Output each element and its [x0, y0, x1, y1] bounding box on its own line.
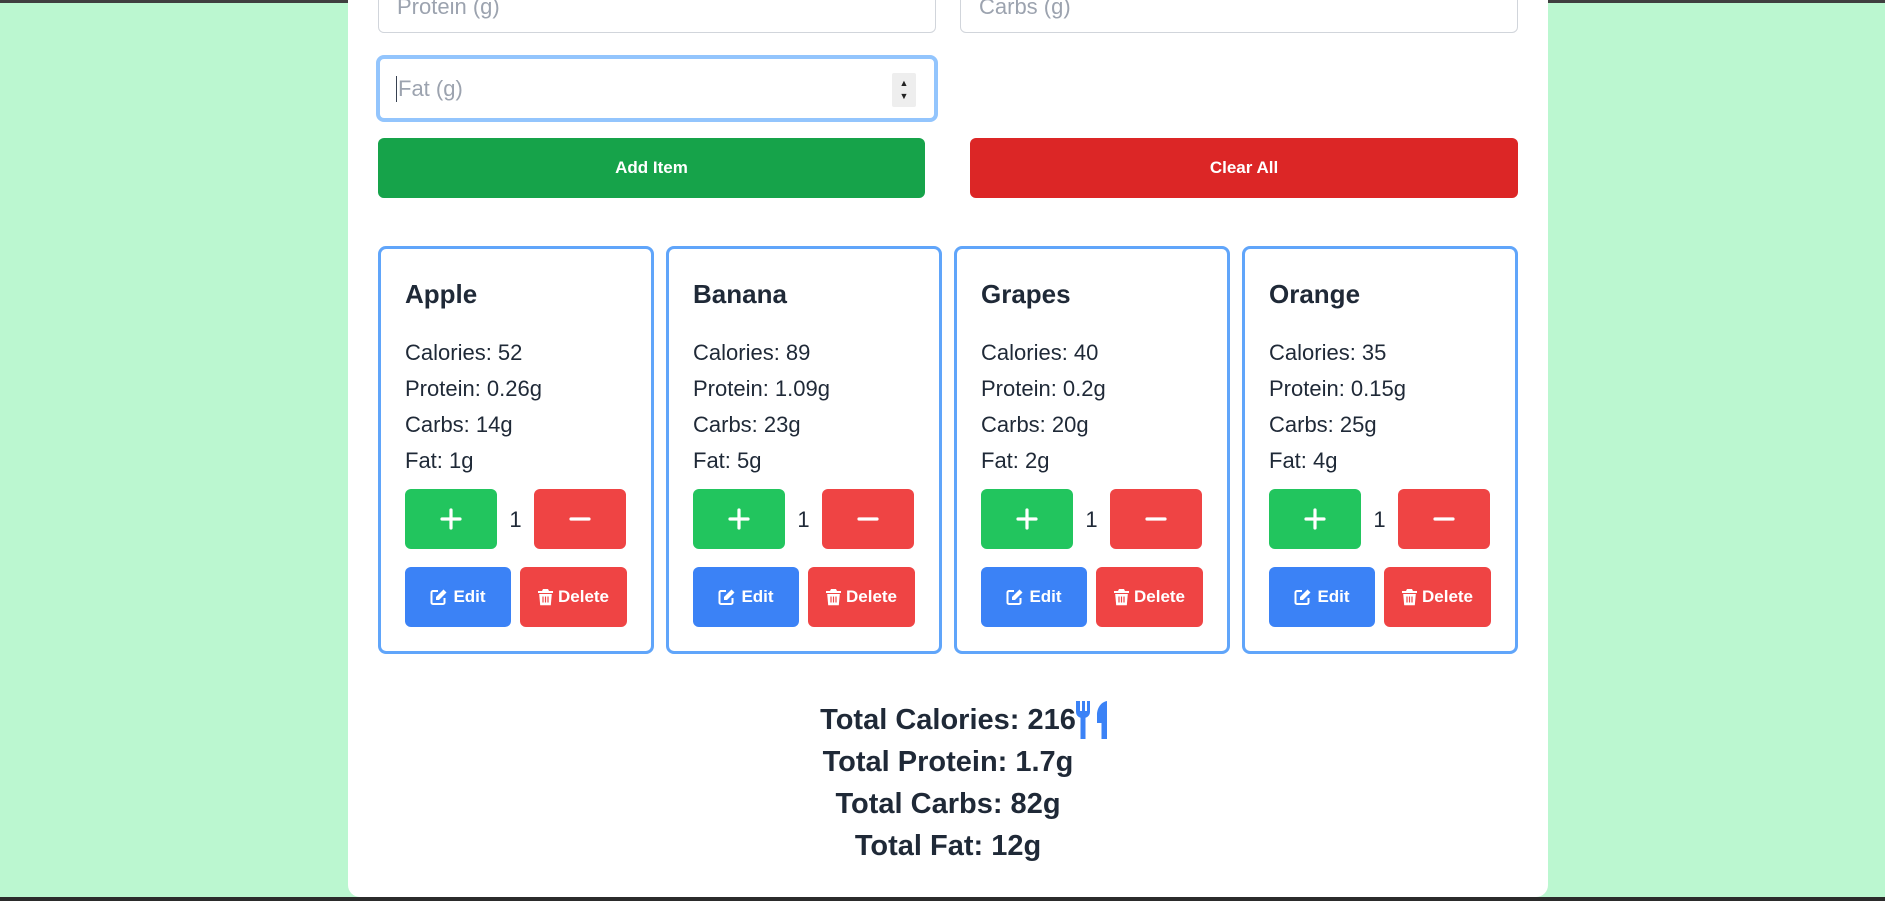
- quantity-value: 1: [1373, 507, 1386, 532]
- delete-button[interactable]: Delete: [1384, 567, 1491, 627]
- protein-text: Protein: 0.15g: [1269, 376, 1406, 401]
- total-calories-text: Total Calories: 216: [820, 704, 1076, 736]
- minus-icon: [1145, 517, 1167, 521]
- edit-button[interactable]: Edit: [405, 567, 511, 627]
- plus-icon: [440, 508, 462, 530]
- minus-icon: [569, 517, 591, 521]
- trash-icon: [1113, 589, 1129, 606]
- edit-label: Edit: [1317, 587, 1350, 606]
- total-protein-text: Total Protein: 1.7g: [822, 746, 1074, 778]
- pen-square-icon: [718, 589, 735, 605]
- food-name: Orange: [1269, 279, 1361, 309]
- quantity-value: 1: [509, 507, 522, 532]
- carbs-text: Carbs: 14g: [405, 412, 513, 437]
- delete-label: Delete: [1133, 587, 1186, 606]
- decrement-button[interactable]: [822, 489, 914, 549]
- fat-text: Fat: 5g: [693, 448, 762, 473]
- fat-placeholder: Fat (g): [398, 75, 463, 101]
- clear-all-button[interactable]: Clear All: [970, 138, 1518, 198]
- food-card-apple: Apple Calories: 52 Protein: 0.26g Carbs:…: [378, 246, 654, 654]
- carbs-placeholder: Carbs (g): [979, 0, 1071, 19]
- carbs-text: Carbs: 25g: [1269, 412, 1377, 437]
- food-card-grapes: Grapes Calories: 40 Protein: 0.2g Carbs:…: [954, 246, 1230, 654]
- total-calories: Total Calories: 216: [348, 704, 1548, 737]
- number-spinner[interactable]: ▲ ▼: [892, 73, 916, 107]
- text-caret: [396, 75, 397, 102]
- fat-input[interactable]: Fat (g) ▲ ▼: [376, 55, 938, 122]
- edit-label: Edit: [741, 587, 774, 606]
- trash-icon: [1401, 589, 1417, 606]
- total-carbs-text: Total Carbs: 82g: [835, 788, 1061, 820]
- food-card-banana: Banana Calories: 89 Protein: 1.09g Carbs…: [666, 246, 942, 654]
- protein-text: Protein: 0.2g: [981, 376, 1106, 401]
- pen-square-icon: [1294, 589, 1311, 605]
- clear-all-label: Clear All: [1209, 158, 1279, 177]
- carbs-text: Carbs: 20g: [981, 412, 1089, 437]
- calories-text: Calories: 52: [405, 340, 523, 365]
- protein-text: Protein: 1.09g: [693, 376, 830, 401]
- pen-square-icon: [1006, 589, 1023, 605]
- total-carbs: Total Carbs: 82g: [348, 788, 1548, 821]
- food-name: Banana: [693, 279, 787, 309]
- fat-text: Fat: 2g: [981, 448, 1050, 473]
- delete-label: Delete: [1421, 587, 1474, 606]
- total-fat: Total Fat: 12g: [348, 830, 1548, 863]
- delete-button[interactable]: Delete: [808, 567, 915, 627]
- food-card-orange: Orange Calories: 35 Protein: 0.15g Carbs…: [1242, 246, 1518, 654]
- delete-label: Delete: [557, 587, 610, 606]
- decrement-button[interactable]: [1398, 489, 1490, 549]
- decrement-button[interactable]: [534, 489, 626, 549]
- plus-icon: [728, 508, 750, 530]
- increment-button[interactable]: [693, 489, 785, 549]
- delete-label: Delete: [845, 587, 898, 606]
- decrement-button[interactable]: [1110, 489, 1202, 549]
- spinner-down-icon[interactable]: ▼: [900, 90, 909, 103]
- delete-button[interactable]: Delete: [1096, 567, 1203, 627]
- increment-button[interactable]: [1269, 489, 1361, 549]
- trash-icon: [825, 589, 841, 606]
- fat-text: Fat: 4g: [1269, 448, 1338, 473]
- food-name: Grapes: [981, 279, 1071, 309]
- trash-icon: [537, 589, 553, 606]
- spinner-up-icon[interactable]: ▲: [900, 77, 909, 90]
- plus-icon: [1016, 508, 1038, 530]
- edit-button[interactable]: Edit: [693, 567, 799, 627]
- add-item-button[interactable]: Add Item: [378, 138, 925, 198]
- calories-text: Calories: 40: [981, 340, 1099, 365]
- minus-icon: [857, 517, 879, 521]
- calories-text: Calories: 89: [693, 340, 811, 365]
- add-item-label: Add Item: [615, 158, 688, 177]
- quantity-value: 1: [797, 507, 810, 532]
- edit-label: Edit: [453, 587, 486, 606]
- protein-input[interactable]: Protein (g): [378, 0, 936, 33]
- plus-icon: [1304, 508, 1326, 530]
- carbs-input[interactable]: Carbs (g): [960, 0, 1518, 33]
- carbs-text: Carbs: 23g: [693, 412, 801, 437]
- total-fat-text: Total Fat: 12g: [854, 830, 1042, 862]
- quantity-value: 1: [1085, 507, 1098, 532]
- edit-button[interactable]: Edit: [981, 567, 1087, 627]
- protein-placeholder: Protein (g): [397, 0, 500, 19]
- edit-label: Edit: [1029, 587, 1062, 606]
- fat-text: Fat: 1g: [405, 448, 474, 473]
- edit-button[interactable]: Edit: [1269, 567, 1375, 627]
- protein-text: Protein: 0.26g: [405, 376, 542, 401]
- delete-button[interactable]: Delete: [520, 567, 627, 627]
- increment-button[interactable]: [981, 489, 1073, 549]
- pen-square-icon: [430, 589, 447, 605]
- calories-text: Calories: 35: [1269, 340, 1387, 365]
- utensils-icon: [1076, 701, 1107, 739]
- minus-icon: [1433, 517, 1455, 521]
- increment-button[interactable]: [405, 489, 497, 549]
- food-name: Apple: [405, 279, 478, 309]
- total-protein: Total Protein: 1.7g: [348, 746, 1548, 779]
- window-bottom-border: [0, 897, 1885, 901]
